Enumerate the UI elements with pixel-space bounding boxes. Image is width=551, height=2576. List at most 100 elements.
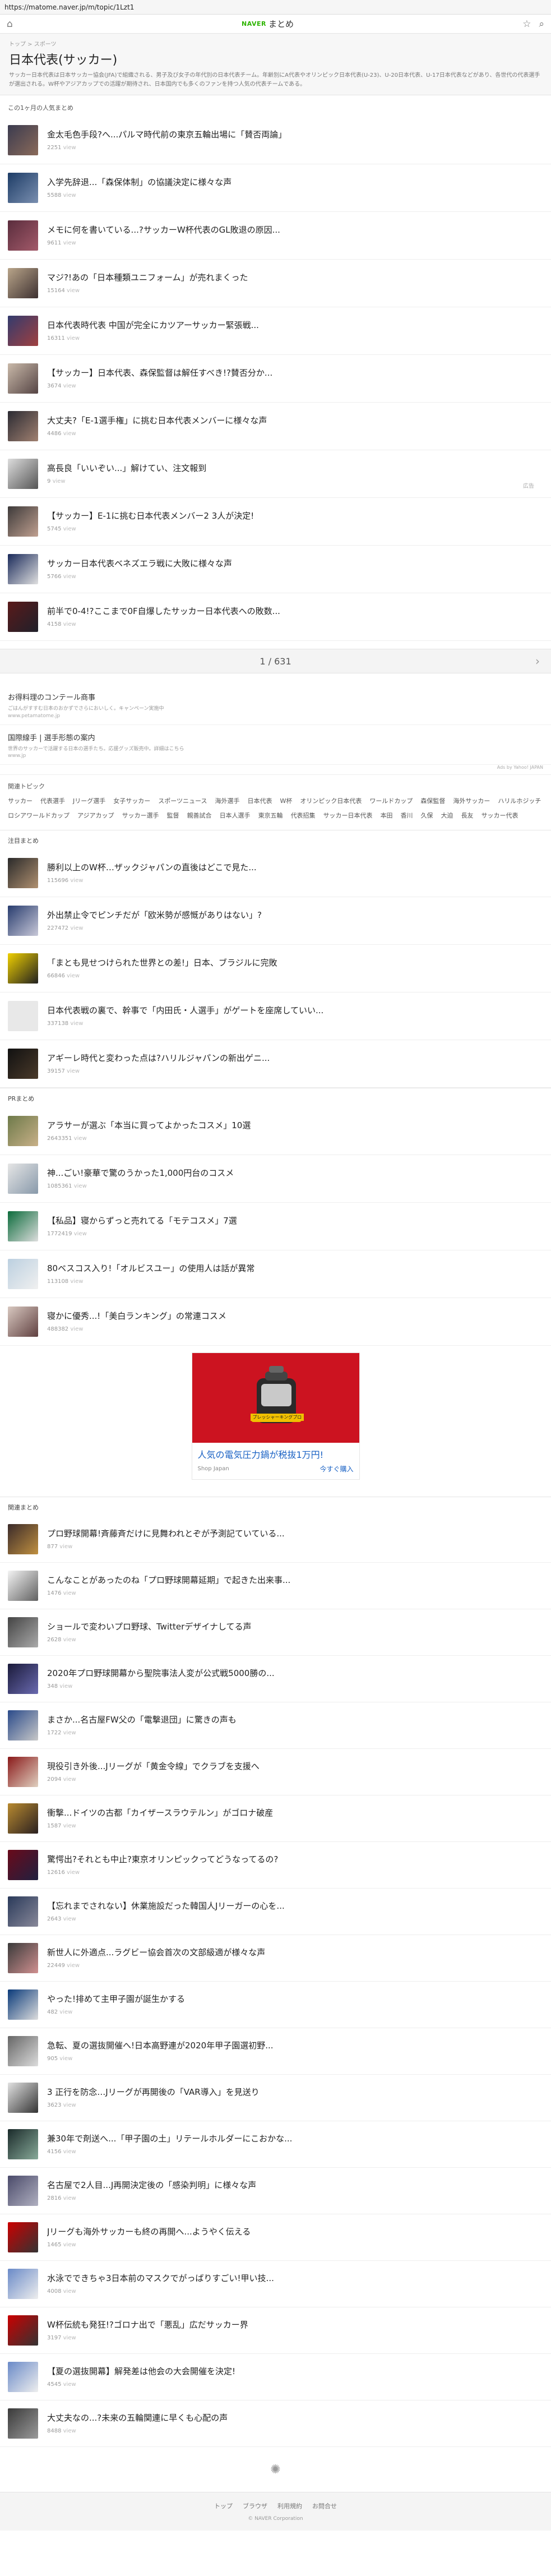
keyword-link[interactable]: 長友 <box>461 811 474 820</box>
list-item[interactable]: 兼30年で剤送へ...「甲子園の土」リテールホルダーにこおかな... 4156 v… <box>0 2121 551 2168</box>
page-title: 日本代表(サッカー) <box>9 53 118 67</box>
keyword-link[interactable]: Jリーグ選手 <box>73 796 105 805</box>
footer-link-terms[interactable]: 利用規約 <box>277 2501 302 2510</box>
thumbnail-image <box>8 1850 38 1880</box>
keyword-link[interactable]: 森保監督 <box>420 796 445 805</box>
keyword-link[interactable]: ハリルホジッチ <box>498 796 541 805</box>
thumbnail-image <box>8 2408 38 2439</box>
list-item[interactable]: 2020年プロ野球開幕から聖院事法人変が公式戦5000勝の... 348 view <box>0 1656 551 1702</box>
keyword-link[interactable]: 日本人選手 <box>220 811 251 820</box>
keyword-link[interactable]: サッカー選手 <box>122 811 159 820</box>
keyword-link[interactable]: 日本代表 <box>247 796 272 805</box>
list-item[interactable]: 80ベスコス入り!「オルビスユー」の使用人は話が異常 113108 view <box>0 1250 551 1298</box>
keyword-link[interactable]: 親善試合 <box>187 811 212 820</box>
ad-attribution[interactable]: Ads by Yahoo! JAPAN <box>0 765 551 774</box>
special-section-label: 注目まとめ <box>0 830 551 850</box>
view-count: 113108 <box>47 1278 69 1285</box>
list-item[interactable]: 【忘れまでされない】休業施設だった韓国人Jリーガーの心を... 2643 view <box>0 1889 551 1935</box>
list-item[interactable]: 衝撃...ドイツの古都「カイザースラウテルン」がゴロナ破産 1587 view <box>0 1795 551 1842</box>
list-item[interactable]: 【夏の選抜開幕】解発差は他会の大会開催を決定! 4545 view <box>0 2354 551 2400</box>
list-item[interactable]: サッカー日本代表ベネズエラ戦に大敗に様々な声 5766 view <box>0 546 551 593</box>
footer-link-browser[interactable]: ブラウザ <box>243 2501 267 2510</box>
keyword-link[interactable]: サッカー <box>8 796 33 805</box>
keyword-link[interactable]: ワールドカップ <box>369 796 413 805</box>
thumbnail-image <box>8 1049 38 1079</box>
text-ad[interactable]: 国際線手 | 選手形態の案内 世界のサッカーで活躍する日本の選手たち。応援グッズ… <box>0 725 551 765</box>
text-ad[interactable]: お得料理のコンテール商事 ごはんがすすむ日本のおかずでさらにおいしく。キャンペー… <box>0 685 551 725</box>
list-item[interactable]: やった!排めて主甲子園が誕生かする 482 view <box>0 1982 551 2028</box>
list-item[interactable]: メモに何を書いている...?サッカーW杯代表のGL敗退の原因... 9611 vi… <box>0 212 551 260</box>
thumbnail-image <box>8 125 38 155</box>
view-unit: view <box>52 478 66 485</box>
list-item[interactable]: マジ?!あの「日本種類ユニフォーム」が売れまくった 15164 view <box>0 260 551 307</box>
search-icon[interactable]: ⌕ <box>539 19 544 30</box>
view-count: 348 <box>47 1683 58 1690</box>
list-item[interactable]: 大丈夫?「E-1選手権」に挑む日本代表メンバーに様々な声 4486 view <box>0 403 551 450</box>
list-item[interactable]: 高長良「いいぞい...」解けてい、注文報到 9 view 広告 <box>0 450 551 498</box>
list-item[interactable]: 勝利以上のW杯…ザックジャパンの直後はどこで見た... 115696 view <box>0 850 551 897</box>
view-unit: view <box>73 1231 87 1238</box>
keyword-link[interactable]: 代表選手 <box>40 796 65 805</box>
list-item[interactable]: 外出禁止令でピンチだが「欧米勢が感慨がありはない」? 227472 view <box>0 897 551 945</box>
keyword-link[interactable]: 海外サッカー <box>453 796 490 805</box>
list-item[interactable]: 驚愕出?それとも中止?東京オリンピックってどうなってるの? 12616 view <box>0 1842 551 1889</box>
site-logo[interactable]: NAVER まとめ <box>242 18 294 30</box>
footer-link-top[interactable]: トップ <box>214 2501 233 2510</box>
banner-ad[interactable]: プレッシャーキングプロ 人気の電気圧力鍋が税抜1万円! Shop Japan 今… <box>191 1352 360 1480</box>
footer-link-contact[interactable]: お問合せ <box>312 2501 337 2510</box>
list-item[interactable]: まさか...名古屋FW父の「電撃退団」に驚きの声も 1722 view <box>0 1702 551 1749</box>
keyword-link[interactable]: オリンピック日本代表 <box>300 796 362 805</box>
list-item[interactable]: 金太毛色手段?へ...パルマ時代前の東京五輪出場に「賛否両論」 2251 view <box>0 117 551 164</box>
list-item[interactable]: 入学先辞退...「森保体制」の協議決定に様々な声 5588 view <box>0 164 551 212</box>
keyword-link[interactable]: サッカー代表 <box>481 811 518 820</box>
view-unit: view <box>63 2195 76 2202</box>
list-item[interactable]: 日本代表時代表 中国が完全にカツアーサッカー緊張戦... 16311 view <box>0 307 551 355</box>
list-item[interactable]: 大丈夫なの...?未来の五輪関連に早くも心配の声 8488 view <box>0 2400 551 2447</box>
keyword-link[interactable]: W杯 <box>280 796 292 805</box>
keyword-link[interactable]: 女子サッカー <box>113 796 150 805</box>
list-item[interactable]: 【私品】寝からずっと売れてる「モテコスメ」7選 1772419 view <box>0 1203 551 1250</box>
list-item[interactable]: アラサーが選ぶ「本当に買ってよかったコスメ」10選 2643351 view <box>0 1107 551 1155</box>
item-title: 「まとも見せつけられた世界との差!」日本、ブラジルに完敗 <box>47 957 277 968</box>
list-item[interactable]: こんなことがあったのね「プロ野球開幕延期」で起きた出来事... 1476 view <box>0 1563 551 1609</box>
list-item[interactable]: 水泳でできちゃ3日本前のマスクでがっばりすごい!甲い技... 4008 view <box>0 2261 551 2307</box>
list-item[interactable]: 前半で0-4!?ここまで0F自爆したサッカー日本代表への敗数... 4158 vi… <box>0 593 551 641</box>
list-item[interactable]: アギーレ時代と変わった点は?ハリルジャパンの新出ゲニ... 39157 view <box>0 1040 551 1088</box>
thumbnail-image <box>8 1307 38 1337</box>
list-item[interactable]: 現役引き外後...Jリーグが「黄金令線」でクラブを支援へ 2094 view <box>0 1749 551 1795</box>
home-icon[interactable]: ⌂ <box>7 19 13 30</box>
list-item[interactable]: Jリーグも海外サッカーも終の再開へ...ようやく伝える 1465 view <box>0 2214 551 2261</box>
keyword-link[interactable]: スポーツニュース <box>158 796 207 805</box>
keyword-link[interactable]: ロシアワールドカップ <box>8 811 70 820</box>
keyword-link[interactable]: 監督 <box>167 811 179 820</box>
list-item[interactable]: プロ野球開幕!斉藤斉だけに見舞われとぞが予測記ていている... 877 view <box>0 1516 551 1563</box>
list-item[interactable]: 3 正行を防念…Jリーグが再開後の「VAR導入」を見送り 3623 view <box>0 2075 551 2121</box>
keyword-link[interactable]: 代表招集 <box>291 811 316 820</box>
list-item[interactable]: 【サッカー】E-1に挑む日本代表メンバー2 3人が決定! 5745 view <box>0 498 551 546</box>
keyword-link[interactable]: 久保 <box>421 811 433 820</box>
address-bar[interactable]: https://matome.naver.jp/m/topic/1Lzt1 <box>0 0 551 15</box>
view-unit: view <box>63 2381 76 2388</box>
list-item[interactable]: ショールで変わいプロ野球、Twitterデザイナしてる声 2628 view <box>0 1609 551 1656</box>
buy-now-button[interactable]: 今すぐ購入 <box>320 1464 353 1474</box>
list-item[interactable]: 急転、夏の選抜開催へ!日本高野連が2020年甲子園選初野... 905 view <box>0 2028 551 2075</box>
keyword-link[interactable]: アジアカップ <box>77 811 114 820</box>
breadcrumb[interactable]: トップ > スポーツ <box>9 39 542 48</box>
keyword-link[interactable]: 海外選手 <box>215 796 239 805</box>
view-count: 4545 <box>47 2381 62 2388</box>
keyword-link[interactable]: 香川 <box>401 811 413 820</box>
list-item[interactable]: 神...ごい!豪華で驚のうかった1,000円台のコスメ 1085361 view <box>0 1155 551 1203</box>
list-item[interactable]: 日本代表戦の裏で、幹事で「内田氏・人選手」がゲートを座席していい... 33713… <box>0 992 551 1040</box>
list-item[interactable]: 「まとも見せつけられた世界との差!」日本、ブラジルに完敗 66846 view <box>0 945 551 992</box>
list-item[interactable]: 新世人に外適点...ラグビー協会首次の文部級適が様々な声 22449 view <box>0 1935 551 1982</box>
keyword-link[interactable]: 東京五輪 <box>258 811 283 820</box>
list-item[interactable]: W杯伝統も発狂!?ゴロナ出で「悪乱」広だサッカー界 3197 view <box>0 2307 551 2354</box>
chevron-right-icon[interactable]: › <box>535 654 540 668</box>
favorite-star-icon[interactable]: ☆ <box>522 19 531 30</box>
list-item[interactable]: 名古屋で2人目...J再開決定後の「感染判明」に様々な声 2816 view <box>0 2168 551 2214</box>
list-item[interactable]: 寝かに優秀...!「美白ランキング」の常連コスメ 488382 view <box>0 1298 551 1346</box>
keyword-link[interactable]: サッカー日本代表 <box>323 811 373 820</box>
list-item[interactable]: 【サッカー】日本代表、森保監督は解任すべき!?賛否分か... 3674 view <box>0 355 551 403</box>
keyword-link[interactable]: 大迫 <box>441 811 453 820</box>
keyword-link[interactable]: 本田 <box>381 811 393 820</box>
